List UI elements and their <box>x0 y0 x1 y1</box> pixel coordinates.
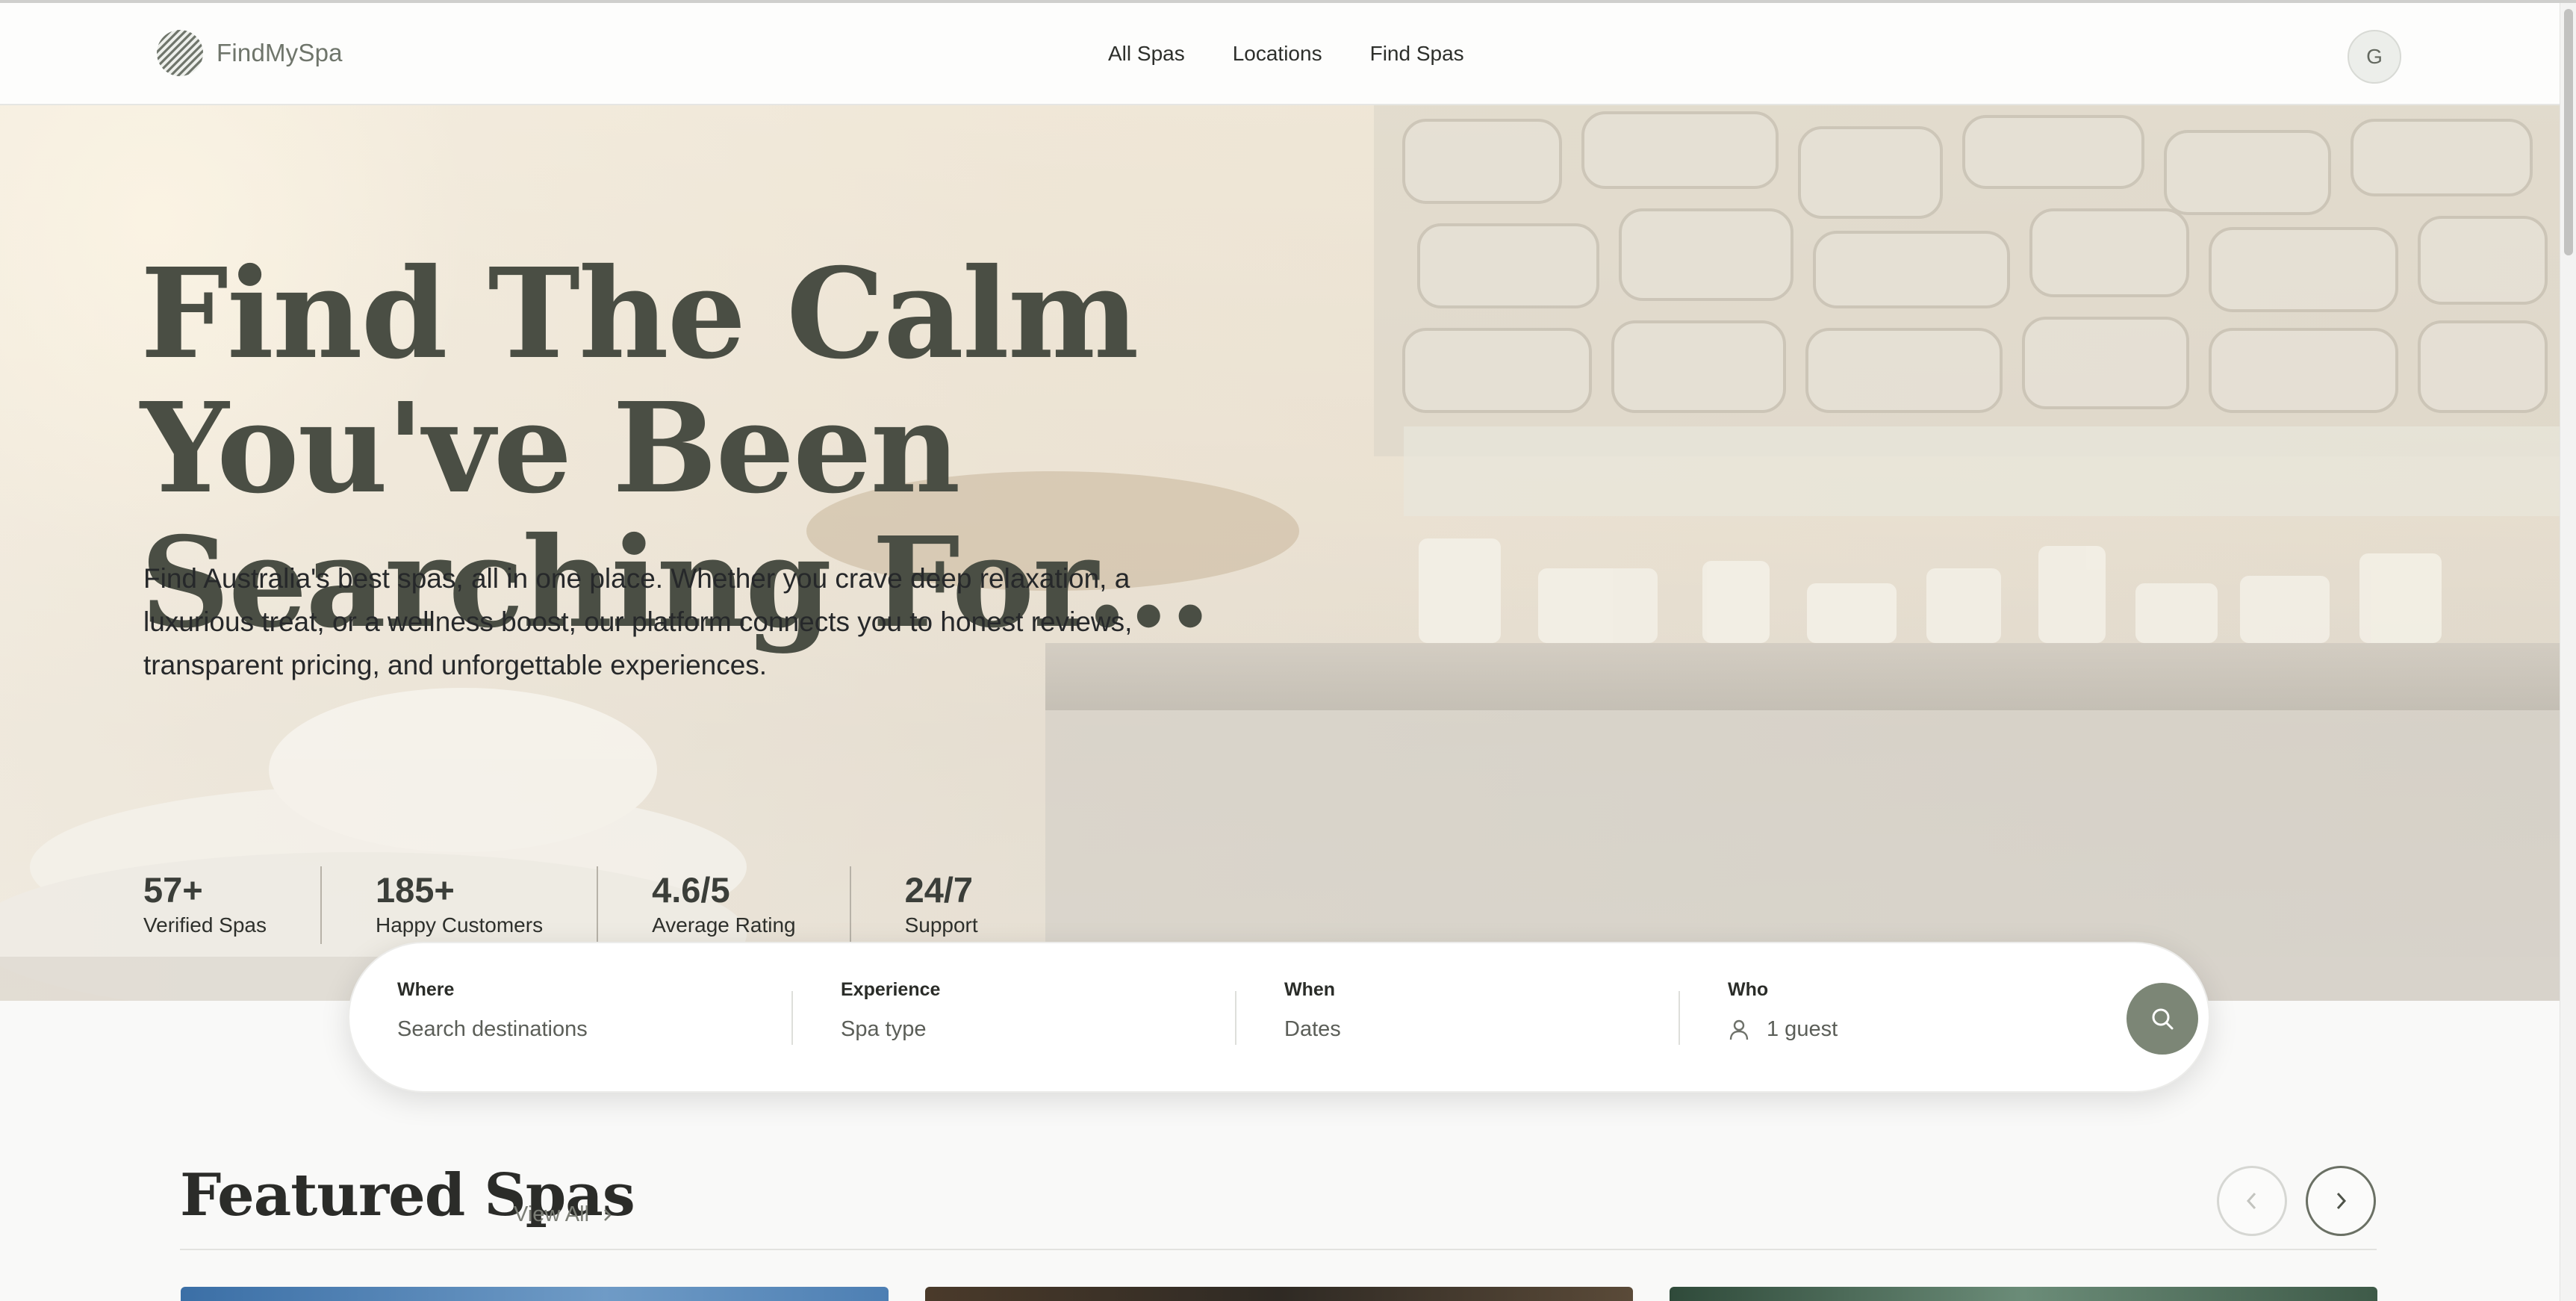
hero-description: Find Australia's best spas, all in one p… <box>143 563 1133 680</box>
stat-happy-customers: 185+ Happy Customers <box>376 866 543 944</box>
stat-label: Average Rating <box>652 913 796 937</box>
view-all-link[interactable]: View All <box>514 1202 615 1227</box>
when-field[interactable]: When Dates <box>1284 979 1658 1042</box>
scrollbar-thumb[interactable] <box>2564 9 2573 255</box>
when-input[interactable]: Dates <box>1284 1017 1658 1042</box>
experience-label: Experience <box>841 979 941 1000</box>
section-divider <box>180 1249 2377 1250</box>
stat-average-rating: 4.6/5 Average Rating <box>652 866 796 944</box>
site-header: FindMySpa All Spas Locations Find Spas G <box>0 3 2560 105</box>
stat-label: Verified Spas <box>143 913 267 937</box>
where-input[interactable]: Search destinations <box>397 1017 771 1042</box>
brand-logo[interactable]: FindMySpa <box>157 30 343 76</box>
stat-label: Happy Customers <box>376 913 544 937</box>
where-label: Where <box>397 979 455 1000</box>
view-all-label: View All <box>514 1202 590 1226</box>
spa-card-image[interactable] <box>1670 1287 2377 1301</box>
experience-input[interactable]: Spa type <box>841 1017 1214 1042</box>
logo-stripes-icon <box>157 30 203 76</box>
nav-locations[interactable]: Locations <box>1233 42 1322 66</box>
stat-value: 4.6/5 <box>652 870 730 910</box>
who-label: Who <box>1728 979 1769 1000</box>
field-divider <box>1235 991 1236 1045</box>
where-field[interactable]: Where Search destinations <box>397 979 771 1042</box>
experience-field[interactable]: Experience Spa type <box>841 979 1214 1042</box>
stat-value: 57+ <box>143 870 203 910</box>
stat-value: 185+ <box>376 870 455 910</box>
stat-divider <box>320 866 322 944</box>
main-nav: All Spas Locations Find Spas <box>1108 42 1464 66</box>
search-button[interactable] <box>2127 983 2198 1055</box>
guest-count: 1 guest <box>1767 1017 1838 1041</box>
chevron-right-icon <box>2336 1192 2347 1210</box>
stat-label: Support <box>904 913 978 937</box>
user-avatar[interactable]: G <box>2348 30 2401 84</box>
stat-value: 24/7 <box>904 870 974 910</box>
hero-section: Find The Calm You've Been Searching For.… <box>0 105 2560 1001</box>
carousel-prev-button[interactable] <box>2217 1166 2287 1236</box>
brand-name: FindMySpa <box>217 39 343 66</box>
chevron-left-icon <box>2246 1192 2256 1210</box>
stat-support: 24/7 Support <box>905 866 978 944</box>
stat-divider <box>597 866 599 944</box>
search-icon <box>2152 1008 2174 1030</box>
spa-card-image[interactable] <box>181 1287 889 1301</box>
spa-search-bar: Where Search destinations Experience Spa… <box>348 942 2210 1093</box>
stats-row: 57+ Verified Spas 185+ Happy Customers 4… <box>143 866 978 944</box>
stat-verified-spas: 57+ Verified Spas <box>143 866 267 944</box>
who-input[interactable]: 1 guest <box>1728 1017 2086 1042</box>
when-label: When <box>1284 979 1336 1000</box>
nav-find-spas[interactable]: Find Spas <box>1370 42 1464 66</box>
carousel-next-button[interactable] <box>2306 1166 2376 1236</box>
stat-divider <box>849 866 851 944</box>
field-divider <box>1679 991 1680 1045</box>
page-scrollbar[interactable] <box>2560 3 2576 1301</box>
field-divider <box>791 991 793 1045</box>
person-icon <box>1729 1019 1749 1040</box>
nav-all-spas[interactable]: All Spas <box>1108 42 1185 66</box>
chevron-right-icon <box>604 1208 612 1221</box>
hero-title-line-1: Find The Calm You've Been <box>140 241 1139 521</box>
who-field[interactable]: Who 1 guest <box>1728 979 2086 1042</box>
spa-card-image[interactable] <box>925 1287 1633 1301</box>
